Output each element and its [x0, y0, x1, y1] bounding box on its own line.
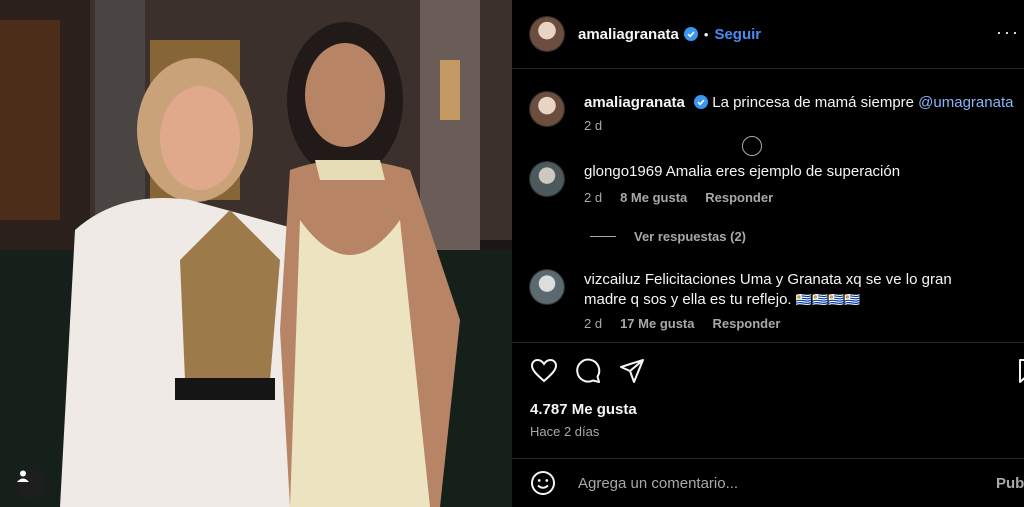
- bookmark-icon[interactable]: [1014, 357, 1024, 385]
- comment-time: 2 d: [584, 316, 603, 331]
- replies-dash: [590, 236, 616, 237]
- person-icon: [17, 470, 29, 482]
- send-icon[interactable]: [618, 357, 646, 385]
- header-divider: [512, 68, 1024, 69]
- caption-time: 2 d: [584, 118, 603, 133]
- comment-likes[interactable]: 17 Me gusta: [620, 316, 694, 331]
- caption-text: La princesa de mamá siempre: [712, 94, 919, 111]
- view-replies-label: Ver respuestas (2): [634, 229, 747, 244]
- comment-text-line2: madre q sos y ella es tu reflejo.: [584, 291, 792, 308]
- comment-text-line1: Felicitaciones Uma y Granata xq se ve lo…: [644, 271, 952, 288]
- commenter-avatar[interactable]: [530, 162, 564, 196]
- photo-illustration: [0, 0, 512, 507]
- composer-divider: [512, 458, 1024, 459]
- comment-input[interactable]: [576, 473, 960, 493]
- reply-button[interactable]: Responder: [713, 316, 781, 331]
- emoji-icon[interactable]: [530, 470, 556, 496]
- tagged-users-button[interactable]: [16, 469, 46, 499]
- post-details-panel: amaliagranata • Seguir ··· amaliagranata…: [512, 0, 1024, 507]
- comment-flags: 🇺🇾🇺🇾🇺🇾🇺🇾: [795, 292, 861, 307]
- loading-spinner: [742, 136, 762, 156]
- author-avatar[interactable]: [530, 17, 564, 51]
- more-options-button[interactable]: ···: [996, 22, 1020, 43]
- post-header: amaliagranata • Seguir: [530, 16, 1024, 52]
- post-photo[interactable]: [0, 0, 512, 507]
- verified-badge-icon: [694, 95, 709, 109]
- verified-badge-icon: [683, 27, 698, 41]
- comment-time: 2 d: [584, 190, 603, 205]
- comment-likes[interactable]: 8 Me gusta: [620, 190, 687, 205]
- caption-avatar[interactable]: [530, 92, 564, 126]
- commenter-avatar[interactable]: [530, 270, 564, 304]
- separator-dot: •: [703, 26, 709, 42]
- heart-icon[interactable]: [530, 357, 558, 385]
- comments-divider: [512, 342, 1024, 343]
- post-age: Hace 2 días: [530, 424, 600, 439]
- caption-mention[interactable]: @umagranata: [918, 94, 1013, 111]
- caption: amaliagranata La princesa de mamá siempr…: [530, 92, 1024, 133]
- comment-username[interactable]: glongo1969: [584, 163, 662, 180]
- comment-icon[interactable]: [574, 357, 602, 385]
- action-bar: [530, 357, 1024, 387]
- likes-count[interactable]: 4.787 Me gusta: [530, 401, 637, 418]
- follow-button[interactable]: Seguir: [714, 26, 761, 43]
- view-replies-button[interactable]: Ver respuestas (2): [590, 229, 746, 244]
- comment-composer: Publica: [530, 468, 1024, 498]
- reply-button[interactable]: Responder: [705, 190, 773, 205]
- author-username[interactable]: amaliagranata: [578, 26, 679, 43]
- caption-username[interactable]: amaliagranata: [584, 94, 685, 111]
- comment-username[interactable]: vizcailuz: [584, 271, 641, 288]
- comment-text: Amalia eres ejemplo de superación: [665, 163, 901, 180]
- publish-button[interactable]: Publica: [996, 475, 1024, 492]
- comment-item: glongo1969 Amalia eres ejemplo de supera…: [530, 162, 1024, 205]
- comment-item: vizcailuz Felicitaciones Uma y Granata x…: [530, 270, 1024, 331]
